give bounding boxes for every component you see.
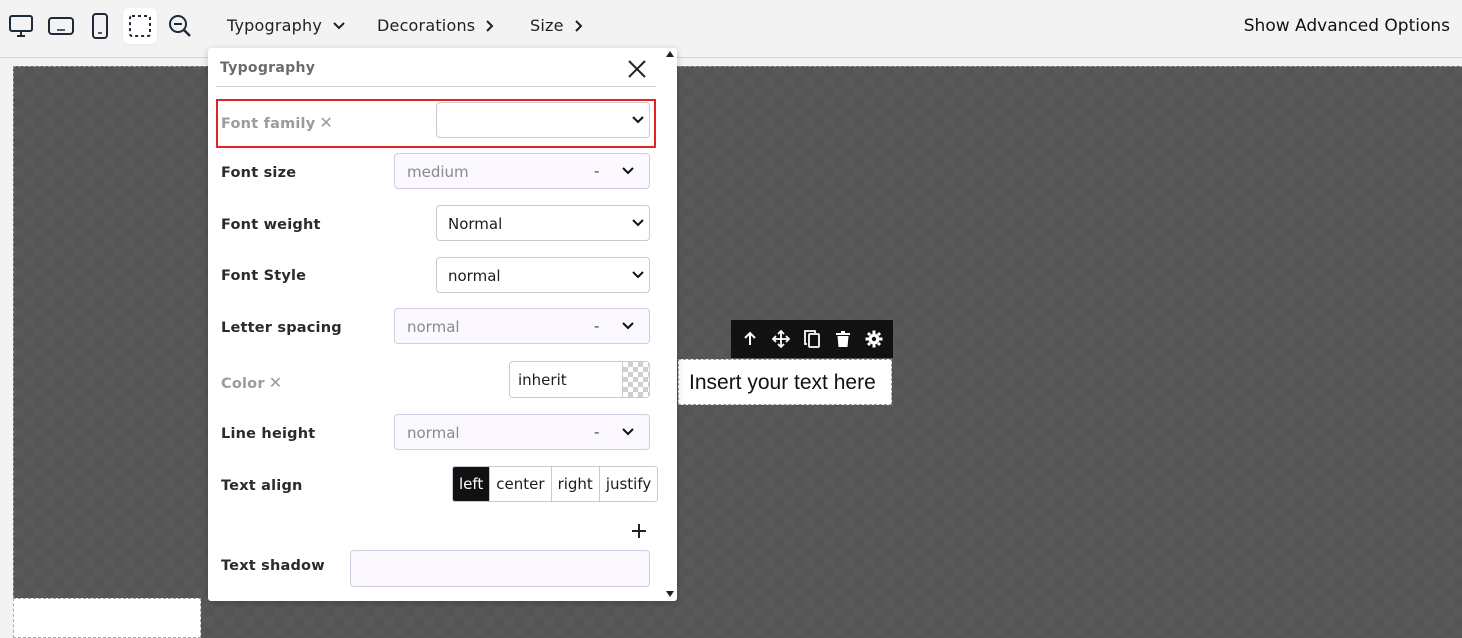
align-right-button[interactable]: right bbox=[550, 467, 599, 501]
font-family-row-label: Font family ✕ bbox=[221, 113, 333, 132]
letter-spacing-placeholder: normal bbox=[407, 318, 460, 336]
align-left-button[interactable]: left bbox=[453, 467, 490, 501]
panel-header: Typography bbox=[216, 48, 656, 87]
arrow-up-icon[interactable] bbox=[736, 325, 764, 353]
align-justify-button[interactable]: justify bbox=[598, 467, 658, 501]
typography-panel: Typography Font family ✕ Font size medium… bbox=[208, 48, 677, 601]
nav-typography-label: Typography bbox=[227, 16, 322, 35]
copy-icon[interactable] bbox=[798, 325, 826, 353]
chevron-down-icon bbox=[632, 116, 644, 124]
line-height-label: Line height bbox=[221, 426, 316, 442]
tablet-landscape-icon[interactable] bbox=[44, 8, 78, 44]
select-outline-icon[interactable] bbox=[123, 8, 157, 44]
font-size-label: Font size bbox=[221, 165, 297, 181]
text-shadow-label: Text shadow bbox=[221, 558, 325, 574]
nav-decorations[interactable]: Decorations bbox=[377, 16, 495, 35]
color-clear-button[interactable]: ✕ bbox=[269, 373, 283, 392]
align-center-button[interactable]: center bbox=[489, 467, 551, 501]
element-toolbar bbox=[731, 320, 893, 358]
letter-spacing-unit[interactable]: - bbox=[594, 317, 599, 335]
nav-size[interactable]: Size bbox=[530, 16, 584, 35]
scroll-up-icon[interactable] bbox=[666, 51, 674, 57]
text-align-group: left center right justify bbox=[452, 466, 659, 502]
color-input[interactable]: inherit bbox=[509, 361, 650, 398]
color-label: Color bbox=[221, 376, 265, 392]
scroll-down-icon[interactable] bbox=[666, 591, 674, 597]
text-shadow-field[interactable] bbox=[350, 550, 650, 587]
chevron-down-icon[interactable] bbox=[621, 163, 635, 179]
text-align-label: Text align bbox=[221, 478, 303, 494]
font-weight-value: Normal bbox=[448, 215, 503, 233]
chevron-down-icon[interactable] bbox=[621, 318, 635, 334]
font-family-label: Font family bbox=[221, 116, 316, 132]
chevron-right-icon bbox=[486, 19, 494, 32]
chevron-down-icon[interactable] bbox=[621, 424, 635, 440]
font-size-placeholder: medium bbox=[407, 163, 469, 181]
chevron-right-icon bbox=[574, 19, 583, 32]
color-swatch[interactable] bbox=[622, 362, 649, 397]
chevron-down-icon bbox=[632, 219, 644, 227]
font-weight-label: Font weight bbox=[221, 217, 321, 233]
font-style-label: Font Style bbox=[221, 268, 307, 284]
line-height-input[interactable]: normal - bbox=[394, 414, 650, 450]
line-height-placeholder: normal bbox=[407, 424, 460, 442]
show-advanced-options-button[interactable]: Show Advanced Options bbox=[1244, 16, 1450, 36]
panel-title: Typography bbox=[220, 60, 316, 76]
letter-spacing-input[interactable]: normal - bbox=[394, 308, 650, 344]
color-value: inherit bbox=[518, 371, 567, 389]
font-family-clear-button[interactable]: ✕ bbox=[319, 113, 333, 132]
chevron-down-icon bbox=[632, 271, 644, 279]
chevron-down-icon bbox=[333, 21, 345, 29]
move-icon[interactable] bbox=[767, 325, 795, 353]
line-height-unit[interactable]: - bbox=[594, 423, 599, 441]
font-size-input[interactable]: medium - bbox=[394, 153, 650, 189]
font-weight-select[interactable]: Normal bbox=[436, 205, 650, 241]
font-style-value: normal bbox=[448, 267, 501, 285]
font-style-select[interactable]: normal bbox=[436, 257, 650, 293]
settings-icon[interactable] bbox=[860, 325, 888, 353]
close-icon[interactable] bbox=[626, 58, 648, 80]
font-size-unit[interactable]: - bbox=[594, 162, 599, 180]
text-element[interactable]: Insert your text here bbox=[678, 359, 892, 405]
color-row-label: Color ✕ bbox=[221, 373, 282, 392]
canvas-block[interactable] bbox=[13, 598, 201, 638]
panel-scrollbar[interactable] bbox=[665, 48, 677, 601]
nav-size-label: Size bbox=[530, 16, 564, 35]
desktop-icon[interactable] bbox=[4, 8, 38, 44]
font-family-select[interactable] bbox=[436, 102, 650, 138]
add-text-shadow-icon[interactable] bbox=[630, 522, 648, 540]
nav-typography[interactable]: Typography bbox=[227, 16, 346, 35]
mobile-icon[interactable] bbox=[83, 8, 117, 44]
zoom-out-icon[interactable] bbox=[163, 8, 197, 44]
nav-decorations-label: Decorations bbox=[377, 16, 476, 35]
delete-icon[interactable] bbox=[829, 325, 857, 353]
letter-spacing-label: Letter spacing bbox=[221, 320, 342, 336]
